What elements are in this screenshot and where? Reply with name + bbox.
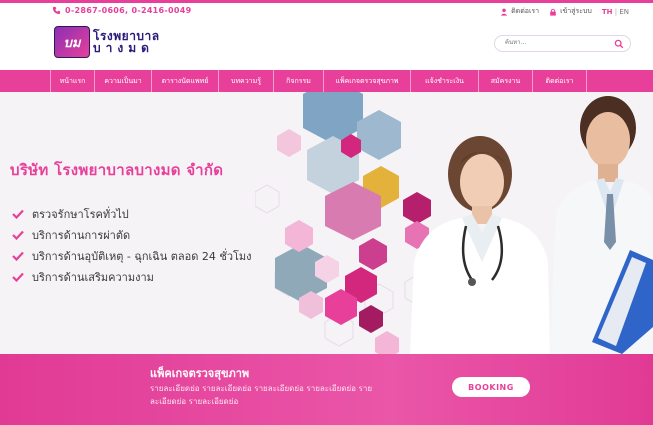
nav-item-home[interactable]: หน้าแรก (50, 70, 95, 92)
service-label: ตรวจรักษาโรคทั่วไป (32, 207, 129, 221)
health-package-band: แพ็คเกจตรวจสุขภาพ รายละเอียดย่อ รายละเอี… (0, 354, 653, 425)
lang-separator: | (614, 7, 618, 16)
nav-item-health-packages[interactable]: แพ็คเกจตรวจสุขภาพ (324, 70, 411, 92)
logo-text: โรงพยาบาล บางมด (93, 30, 160, 54)
doctors-photo (410, 96, 653, 354)
service-label: บริการด้านอุบัติเหตุ - ฉุกเฉิน ตลอด 24 ช… (32, 249, 252, 263)
contact-link-label: ติดต่อเรา (511, 7, 540, 15)
booking-button[interactable]: BOOKING (452, 377, 530, 397)
nav-item-articles[interactable]: บทความรู้ (219, 70, 274, 92)
package-description: รายละเอียดย่อ รายละเอียดย่อ รายละเอียดย่… (150, 384, 373, 406)
nav-item-payment-notice[interactable]: แจ้งชำระเงิน (411, 70, 479, 92)
service-label: บริการด้านการผ่าตัด (32, 228, 131, 242)
login-link[interactable]: เข้าสู่ระบบ (549, 6, 592, 17)
login-link-label: เข้าสู่ระบบ (560, 7, 592, 15)
lang-th-option[interactable]: TH (602, 8, 613, 16)
nav-item-jobs[interactable]: สมัครงาน (479, 70, 533, 92)
logo-line-2: บางมด (93, 41, 154, 55)
main-nav: หน้าแรก ความเป็นมา ตารางนัดแพทย์ บทความร… (0, 70, 653, 92)
check-icon (12, 272, 24, 282)
nav-item-history[interactable]: ความเป็นมา (95, 70, 152, 92)
phone-info: 0-2867-0606, 0-2416-0049 (52, 6, 192, 15)
contact-link[interactable]: ติดต่อเรา (500, 6, 539, 17)
lock-icon (550, 8, 556, 16)
site-header: บม โรงพยาบาล บางมด (0, 20, 653, 70)
user-icon (500, 8, 508, 16)
top-bar: 0-2867-0606, 0-2416-0049 ติดต่อเรา เข้าส… (0, 0, 653, 20)
service-item: ตรวจรักษาโรคทั่วไป (12, 203, 252, 224)
logo-mark: บม (54, 26, 90, 58)
service-item: บริการด้านอุบัติเหตุ - ฉุกเฉิน ตลอด 24 ช… (12, 245, 252, 266)
search-input[interactable] (505, 39, 605, 46)
search-box (494, 35, 631, 52)
top-links: ติดต่อเรา เข้าสู่ระบบ TH | EN (500, 6, 629, 17)
phone-numbers: 0-2867-0606, 0-2416-0049 (65, 6, 192, 15)
nav-item-activities[interactable]: กิจกรรม (274, 70, 324, 92)
hero-title: บริษัท โรงพยาบาลบางมด จำกัด (10, 161, 224, 179)
check-icon (12, 230, 24, 240)
nav-item-doctor-schedule[interactable]: ตารางนัดแพทย์ (152, 70, 219, 92)
hospital-logo[interactable]: บม โรงพยาบาล บางมด (54, 26, 160, 58)
package-title: แพ็คเกจตรวจสุขภาพ (150, 367, 250, 380)
service-item: บริการด้านการผ่าตัด (12, 224, 252, 245)
phone-icon (52, 6, 61, 15)
search-icon[interactable] (614, 39, 624, 49)
lang-en-option[interactable]: EN (619, 8, 629, 16)
nav-item-contact[interactable]: ติดต่อเรา (533, 70, 587, 92)
service-item: บริการด้านเสริมความงาม (12, 266, 252, 287)
check-icon (12, 209, 24, 219)
service-label: บริการด้านเสริมความงาม (32, 270, 154, 284)
services-list: ตรวจรักษาโรคทั่วไป บริการด้านการผ่าตัด บ… (12, 203, 252, 287)
check-icon (12, 251, 24, 261)
hero-banner: บริษัท โรงพยาบาลบางมด จำกัด ตรวจรักษาโรค… (0, 92, 653, 354)
